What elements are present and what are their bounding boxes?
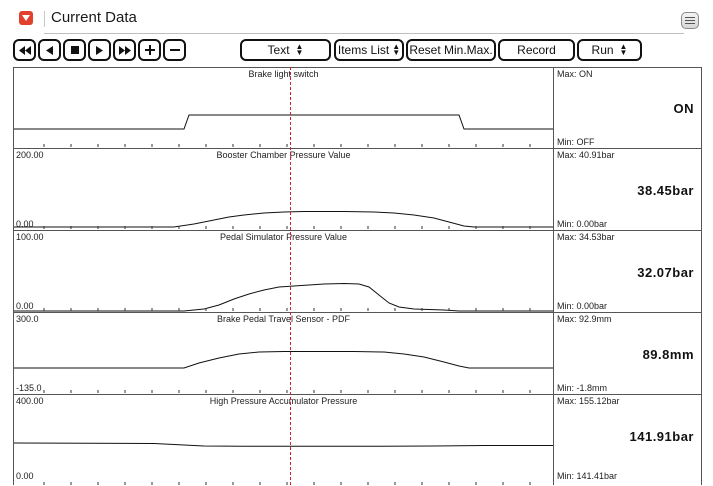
max-value: Max: ON <box>557 69 593 79</box>
trace-line <box>14 211 553 228</box>
fast-forward-button[interactable] <box>113 39 136 61</box>
min-value: Min: 0.00bar <box>557 219 608 229</box>
current-value: 141.91bar <box>629 429 694 444</box>
rewind-icon <box>18 45 31 55</box>
value-box: Max: 40.91bar 38.45bar Min: 0.00bar <box>553 149 702 230</box>
display-mode-select[interactable]: Text ▲ ▼ <box>240 39 331 61</box>
graph-area[interactable]: High Pressure Accumulator Pressure 400.0… <box>14 395 553 485</box>
min-value: Min: OFF <box>557 137 595 147</box>
trace-plot <box>14 282 553 312</box>
time-ticks <box>43 390 531 393</box>
run-label: Run <box>591 43 614 57</box>
max-value: Max: 92.9mm <box>557 314 612 324</box>
time-cursor[interactable] <box>290 67 291 485</box>
items-list-label: Items List <box>337 43 390 57</box>
min-value: Min: 141.41bar <box>557 471 618 481</box>
display-mode-label: Text <box>267 43 290 57</box>
graph-area[interactable]: Brake light switch <box>14 68 553 148</box>
graph-area[interactable]: Pedal Simulator Pressure Value 100.00 0.… <box>14 231 553 312</box>
spinner-icon: ▲ ▼ <box>392 42 401 57</box>
time-ticks <box>43 144 531 147</box>
fast-forward-icon <box>118 45 131 55</box>
rewind-button[interactable] <box>13 39 36 61</box>
data-panel-high-pressure-accumulator: High Pressure Accumulator Pressure 400.0… <box>13 394 702 485</box>
stop-icon <box>70 46 79 54</box>
plus-icon <box>144 45 155 55</box>
current-value: 38.45bar <box>637 183 694 198</box>
data-panel-pedal-simulator-pressure: Pedal Simulator Pressure Value 100.00 0.… <box>13 230 702 313</box>
zoom-out-button[interactable] <box>163 39 186 61</box>
data-panel-booster-chamber-pressure: Booster Chamber Pressure Value 200.00 0.… <box>13 148 702 231</box>
stop-button[interactable] <box>63 39 86 61</box>
spinner-icon: ▲ ▼ <box>619 42 628 57</box>
trace-plot <box>14 211 553 229</box>
trace-plot <box>14 114 553 147</box>
trace-line <box>14 114 553 130</box>
max-value: Max: 40.91bar <box>557 150 615 160</box>
trace-plot <box>14 442 553 485</box>
trace-plot <box>14 351 553 393</box>
record-label: Record <box>517 43 556 57</box>
minus-icon <box>169 48 180 51</box>
current-value: ON <box>673 101 694 116</box>
title-bar: Current Data <box>0 0 713 34</box>
step-back-button[interactable] <box>38 39 61 61</box>
collapse-icon[interactable] <box>19 11 33 25</box>
reset-minmax-label: Reset Min.Max. <box>409 43 493 57</box>
graph-area[interactable]: Brake Pedal Travel Sensor - PDF 300.0 -1… <box>14 313 553 394</box>
window-title: Current Data <box>51 9 137 26</box>
graph-area[interactable]: Booster Chamber Pressure Value 200.00 0.… <box>14 149 553 230</box>
trace-line <box>14 282 553 312</box>
min-value: Min: -1.8mm <box>557 383 608 393</box>
step-back-icon <box>46 45 53 55</box>
current-value: 32.07bar <box>637 265 694 280</box>
run-select[interactable]: Run ▲ ▼ <box>577 39 642 61</box>
menu-icon[interactable] <box>681 12 699 29</box>
min-value: Min: 0.00bar <box>557 301 608 311</box>
value-box: Max: 34.53bar 32.07bar Min: 0.00bar <box>553 231 702 312</box>
zoom-in-button[interactable] <box>138 39 161 61</box>
step-forward-button[interactable] <box>88 39 111 61</box>
trace-line <box>14 351 553 369</box>
reset-minmax-button[interactable]: Reset Min.Max. <box>406 39 496 61</box>
toolbar: Text ▲ ▼ Items List ▲ ▼ Reset Min.Max. Rec… <box>0 37 713 67</box>
data-panel-brake-light-switch: Brake light switch Max: ON ON Min: OFF <box>13 67 702 149</box>
value-box: Max: 92.9mm 89.8mm Min: -1.8mm <box>553 313 702 394</box>
record-button[interactable]: Record <box>498 39 575 61</box>
max-value: Max: 155.12bar <box>557 396 620 406</box>
trace-line <box>14 442 553 447</box>
step-forward-icon <box>96 45 103 55</box>
value-box: Max: 155.12bar 141.91bar Min: 141.41bar <box>553 395 702 485</box>
value-box: Max: ON ON Min: OFF <box>553 68 702 148</box>
max-value: Max: 34.53bar <box>557 232 615 242</box>
title-divider <box>44 33 684 34</box>
data-panel-brake-pedal-travel-sensor: Brake Pedal Travel Sensor - PDF 300.0 -1… <box>13 312 702 395</box>
spinner-icon: ▲ ▼ <box>295 42 304 57</box>
title-separator <box>44 11 45 27</box>
current-value: 89.8mm <box>642 347 694 362</box>
items-list-select[interactable]: Items List ▲ ▼ <box>334 39 404 61</box>
